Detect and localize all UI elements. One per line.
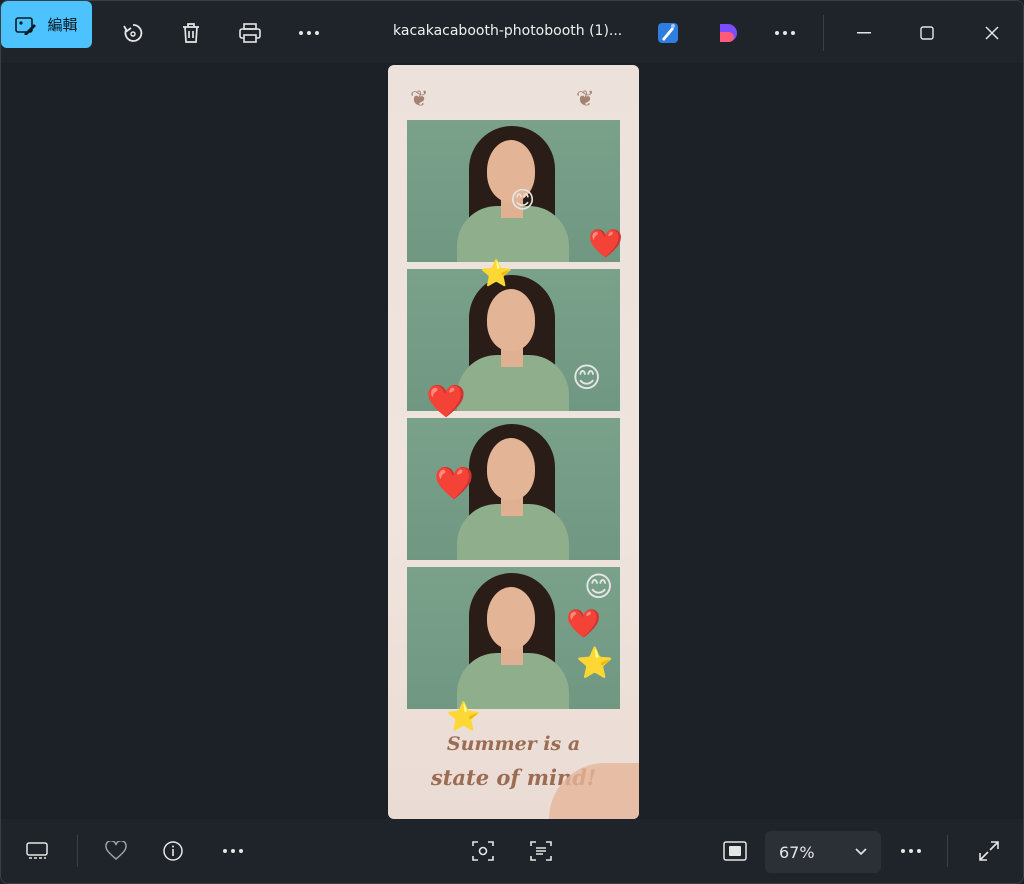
edit-image-icon (15, 15, 37, 35)
filmstrip-icon (26, 842, 48, 860)
clipchamp-button[interactable] (706, 11, 750, 55)
more-apps-button[interactable] (763, 11, 807, 55)
maximize-button[interactable] (904, 11, 950, 55)
rotate-button[interactable] (111, 11, 155, 55)
trash-icon (181, 22, 201, 44)
more-button[interactable] (211, 831, 255, 871)
star-sticker: ⭐ (446, 700, 481, 733)
rotate-icon (122, 22, 144, 44)
edit-button[interactable]: 編輯 (1, 1, 92, 48)
filmstrip-button[interactable] (15, 831, 59, 871)
leaf-decoration: ❦ (410, 87, 429, 112)
bottom-toolbar: 67% (1, 819, 1023, 883)
maximize-icon (920, 26, 934, 40)
chevron-down-icon (855, 848, 867, 856)
smile-sticker: 😊 (572, 361, 602, 394)
edit-label: 編輯 (47, 16, 78, 34)
photos-window: 編輯 kacakacabooth-photobooth (1)... ❦ ❦ 😊… (0, 0, 1024, 884)
visual-search-icon (472, 840, 494, 862)
smile-sticker: 😊 (584, 570, 614, 603)
visual-search-button[interactable] (461, 831, 505, 871)
file-title: kacakacabooth-photobooth (1)... (393, 23, 623, 39)
top-toolbar: 編輯 kacakacabooth-photobooth (1)... (1, 1, 1023, 63)
smile-sticker: 😊 (510, 186, 536, 214)
heart-sticker: ❤️ (434, 464, 474, 502)
zoom-value: 67% (779, 842, 815, 862)
scan-text-icon (530, 840, 552, 862)
star-sticker: ⭐ (576, 646, 614, 681)
photobooth-strip-image: ❦ ❦ 😊 ❤️ ⭐ 😊 ❤️ ❤️ 😊 ❤️ ⭐ ⭐ Summer is a … (388, 65, 639, 819)
heart-sticker: ❤️ (588, 227, 623, 260)
actual-size-button[interactable] (713, 831, 757, 871)
heart-icon (105, 841, 127, 861)
more-view-options-button[interactable] (889, 831, 933, 871)
more-icon (298, 30, 320, 36)
designer-button[interactable] (646, 11, 690, 55)
minimize-icon (857, 32, 871, 34)
heart-sticker: ❤️ (566, 607, 601, 640)
separator (947, 835, 948, 867)
clipchamp-icon (717, 22, 739, 44)
actual-size-icon (723, 841, 747, 861)
zoom-dropdown[interactable]: 67% (765, 831, 881, 873)
star-sticker: ⭐ (480, 259, 513, 289)
scan-text-button[interactable] (519, 831, 563, 871)
more-icon (900, 848, 922, 854)
info-icon (162, 840, 184, 862)
fullscreen-icon (978, 840, 1000, 862)
separator (823, 15, 824, 51)
print-button[interactable] (228, 11, 272, 55)
favorite-button[interactable] (94, 831, 138, 871)
designer-icon (657, 22, 679, 44)
fullscreen-button[interactable] (967, 831, 1011, 871)
heart-sticker: ❤️ (426, 382, 466, 420)
leaf-decoration: ❦ (576, 87, 595, 112)
caption-line-1: Summer is a (446, 733, 581, 755)
more-button[interactable] (287, 11, 331, 55)
print-icon (239, 23, 261, 43)
delete-button[interactable] (169, 11, 213, 55)
close-icon (985, 26, 999, 40)
info-button[interactable] (151, 831, 195, 871)
more-icon (774, 30, 796, 36)
close-button[interactable] (969, 11, 1015, 55)
minimize-button[interactable] (841, 11, 887, 55)
separator (77, 835, 78, 867)
more-icon (222, 848, 244, 854)
